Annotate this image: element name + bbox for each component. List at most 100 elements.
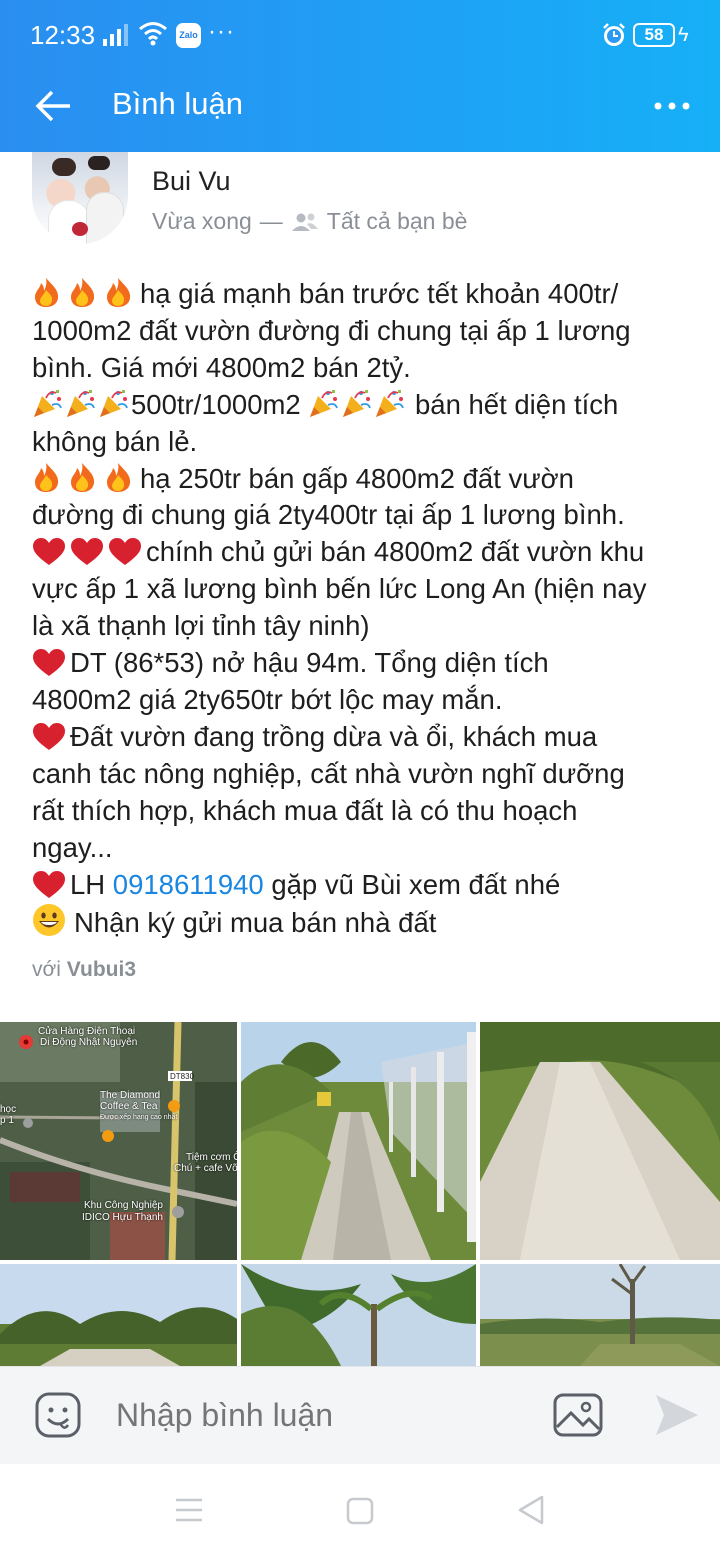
road-photo xyxy=(241,1022,476,1260)
post-photo-map[interactable]: Cửa Hàng Điện Thoại Di Động Nhật Nguyên … xyxy=(0,1022,237,1260)
post-time: Vừa xong xyxy=(152,208,252,234)
tree-photo xyxy=(480,1264,720,1366)
post-text: hạ 250tr bán gấp 4800m2 đất vườn xyxy=(140,462,574,494)
post-text: LH xyxy=(70,868,106,900)
map-label: Coffee & Tea xyxy=(100,1101,158,1112)
tree-photo xyxy=(241,1264,476,1366)
post-line: là xã thạnh lợi tỉnh tây ninh) xyxy=(32,608,702,645)
fire-emoji-icon xyxy=(71,462,95,492)
post-text: không bán lẻ. xyxy=(32,425,198,457)
post-line: 500tr/1000m2 bán hết diện tích xyxy=(32,387,702,424)
map-label: Cửa Hàng Điện Thoại xyxy=(38,1026,136,1037)
post-text: hạ giá mạnh bán trước tết khoản 400tr/ xyxy=(140,278,619,309)
author-name[interactable]: Bui Vu xyxy=(152,166,231,197)
tagged-user-link[interactable]: Vubui3 xyxy=(67,958,136,981)
map-label: IDICO Hựu Thạnh xyxy=(82,1212,163,1223)
comment-input[interactable] xyxy=(116,1393,516,1437)
send-icon[interactable] xyxy=(652,1391,702,1439)
heart-emoji-icon xyxy=(33,722,65,750)
fire-emoji-icon xyxy=(35,278,59,307)
post-text: bình. Giá mới 4800m2 bán 2tỷ. xyxy=(32,351,411,383)
post-photo-trees[interactable] xyxy=(0,1264,237,1366)
more-options-icon[interactable] xyxy=(652,88,692,124)
post-line: ngay... xyxy=(32,830,702,867)
post-line: Nhận ký gửi mua bán nhà đất xyxy=(32,903,702,942)
wifi-icon xyxy=(139,22,167,46)
post-line: canh tác nông nghiệp, cất nhà vườn nghĩ … xyxy=(32,756,702,793)
post-line: 4800m2 giá 2ty650tr bớt lộc may mắn. xyxy=(32,682,702,719)
charging-icon: ϟ xyxy=(678,24,689,46)
party-popper-emoji-icon xyxy=(376,389,405,417)
map-label: Chú + cafe Võ xyxy=(174,1163,237,1174)
signal-icon xyxy=(103,24,128,46)
post-text: đường đi chung giá 2ty400tr tại ấp 1 lươ… xyxy=(32,499,625,531)
post-line: DT (86*53) nở hậu 94m. Tổng diện tích xyxy=(32,645,702,682)
map-label: Tiệm cơm Ô xyxy=(186,1152,237,1163)
post-text: ngay... xyxy=(32,831,113,863)
post-line: bình. Giá mới 4800m2 bán 2tỷ. xyxy=(32,350,702,387)
post-text: chính chủ gửi bán 4800m2 đất vườn khu xyxy=(146,536,645,568)
status-time: 12:33 xyxy=(30,20,96,50)
avatar-detail xyxy=(52,158,76,176)
page-title: Bình luận xyxy=(112,86,243,121)
map-label: p 1 xyxy=(0,1115,14,1126)
post-photo-field[interactable] xyxy=(480,1264,720,1366)
party-popper-emoji-icon xyxy=(310,389,339,417)
fire-emoji-icon xyxy=(107,462,131,492)
tag-prefix: với xyxy=(32,958,61,981)
alarm-icon xyxy=(603,23,625,46)
system-navigation-bar xyxy=(0,1464,720,1560)
home-icon[interactable] xyxy=(345,1496,375,1526)
image-icon[interactable] xyxy=(553,1393,603,1437)
phone-link[interactable]: 0918611940 xyxy=(113,869,264,900)
map-label: học xyxy=(0,1104,17,1115)
post-line: đường đi chung giá 2ty400tr tại ấp 1 lươ… xyxy=(32,497,702,534)
post-audience: Tất cả bạn bè xyxy=(326,208,468,234)
post-text: Nhận ký gửi mua bán nhà đất xyxy=(74,907,437,939)
heart-emoji-icon xyxy=(33,870,65,898)
post-text: 1000m2 đất vườn đường đi chung tại ấp 1 … xyxy=(32,314,631,346)
avatar-detail xyxy=(88,156,110,170)
post-photo-coconut[interactable] xyxy=(241,1264,476,1366)
recent-apps-icon[interactable] xyxy=(174,1496,204,1524)
post-text: bán hết diện tích xyxy=(414,388,619,420)
tagged-users: với Vubui3 xyxy=(32,958,136,982)
post-text: rất thích hợp, khách mua đất là có thu h… xyxy=(32,794,578,826)
back-arrow-icon[interactable] xyxy=(34,86,74,126)
post-line: rất thích hợp, khách mua đất là có thu h… xyxy=(32,793,702,830)
map-image xyxy=(0,1022,237,1260)
post-text: Đất vườn đang trồng dừa và ổi, khách mua xyxy=(70,720,598,752)
post-text: 500tr/1000m2 xyxy=(131,388,301,420)
post-line: 1000m2 đất vườn đường đi chung tại ấp 1 … xyxy=(32,313,702,350)
post-text: vực ấp 1 xã lương bình bến lức Long An (… xyxy=(32,573,647,605)
party-popper-emoji-icon xyxy=(67,389,95,417)
grinning-emoji-icon xyxy=(33,904,65,937)
heart-emoji-icon xyxy=(33,649,65,677)
party-popper-emoji-icon xyxy=(34,389,62,417)
map-label: Được xếp hạng cao nhất xyxy=(100,1114,178,1121)
map-label: DT830 xyxy=(170,1072,195,1081)
tree-photo xyxy=(0,1264,237,1366)
friends-icon xyxy=(291,213,318,231)
heart-emoji-icon xyxy=(71,538,103,566)
avatar[interactable] xyxy=(32,152,128,244)
post-text: gặp vũ Bùi xem đất nhé xyxy=(271,868,561,900)
post-text: canh tác nông nghiệp, cất nhà vườn nghĩ … xyxy=(32,757,625,789)
fire-emoji-icon xyxy=(35,462,59,492)
fire-emoji-icon xyxy=(107,278,131,307)
post-meta: Vừa xong — Tất cả bạn bè xyxy=(152,208,467,235)
heart-emoji-icon xyxy=(109,538,141,566)
avatar-detail xyxy=(86,192,124,244)
party-popper-emoji-icon xyxy=(100,389,128,417)
post-text: DT (86*53) nở hậu 94m. Tổng diện tích xyxy=(70,647,549,679)
post-photo-dirt-road[interactable] xyxy=(480,1022,720,1260)
post-line: chính chủ gửi bán 4800m2 đất vườn khu xyxy=(32,534,702,571)
system-back-icon[interactable] xyxy=(516,1494,546,1526)
post-photo-road-fence[interactable] xyxy=(241,1022,476,1260)
map-label: The Diamond xyxy=(100,1090,161,1101)
post-line: không bán lẻ. xyxy=(32,424,702,461)
toolbar: Bình luận xyxy=(0,60,720,152)
sticker-icon[interactable] xyxy=(34,1391,82,1439)
map-label: Khu Công Nghiệp xyxy=(84,1200,163,1211)
meta-separator: — xyxy=(259,208,283,234)
